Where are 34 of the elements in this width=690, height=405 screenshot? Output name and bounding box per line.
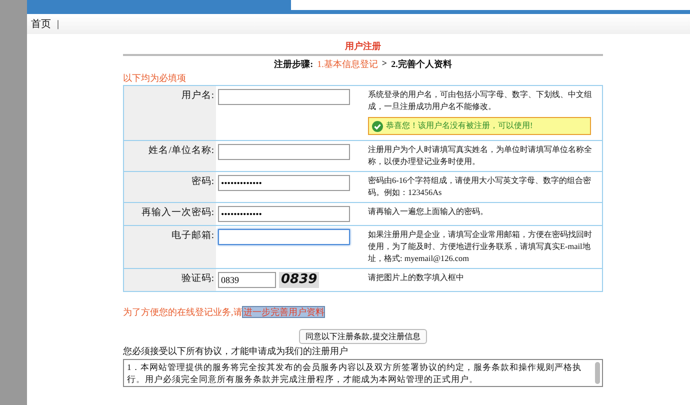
- field-hint: 如果注册用户是企业，请填写企业常用邮箱，方便在密码找回时使用，为了能及时、方便地进行业务联系，请填写真实E-mail地址，格式: myemail@126.com: [368, 230, 592, 263]
- field-label: 姓名/单位名称:: [148, 146, 214, 156]
- input-field[interactable]: 0839: [218, 272, 276, 288]
- input-field[interactable]: [218, 144, 350, 160]
- scrollbar[interactable]: [595, 362, 600, 384]
- field-label: 用户名:: [181, 91, 214, 101]
- field-hint: 请把图片上的数字填入框中: [368, 273, 464, 282]
- input-field[interactable]: •••••••••••••: [218, 175, 350, 191]
- field-label: 电子邮箱:: [171, 231, 214, 241]
- input-field[interactable]: [218, 89, 350, 105]
- home-link[interactable]: 首页: [31, 17, 51, 31]
- field-hint: 密码由6-16个字符组成，请使用大小写英文字母、数字的组合密码。例如：123456As: [368, 176, 592, 197]
- submit-button[interactable]: 同意以下注册条款,提交注册信息: [298, 329, 428, 344]
- field-hint: 系统登录的用户名，可由包括小写字母、数字、下划线、中文组成，一旦注册成功用户名不能修改。: [368, 90, 592, 111]
- step-separator: >: [382, 58, 388, 70]
- field-label: 验证码:: [181, 274, 214, 284]
- captcha-image: 0839: [279, 272, 320, 288]
- field-label: 密码:: [191, 177, 214, 187]
- success-text: 恭喜您！该用户名没有被注册，可以使用!: [386, 120, 533, 132]
- page-title: 用户注册: [123, 34, 603, 56]
- nav-separator: |: [57, 18, 60, 30]
- steps-label: 注册步骤:: [274, 58, 314, 71]
- field-label: 再输入一次密码:: [141, 208, 214, 218]
- promo-text: 为了方便您的在线登记业务,请: [123, 307, 242, 317]
- field-hint: 注册用户为个人时请填写真实姓名，为单位时请填写单位名称全称，以便办理登记业务时使用。: [368, 145, 592, 166]
- input-field[interactable]: [218, 229, 350, 245]
- check-icon: [372, 120, 383, 132]
- agreement-text: 1．本网站管理提供的服务将完全按其发布的会员服务内容以及双方所签署协议的约定，服务条款和操作规则严格执行。用户必须完全同意所有服务条款并完成注册程序，才能成为本网站管理的正式用户。: [126, 361, 582, 386]
- agreement-note: 您必须接受以下所有协议，才能申请成为我们的注册用户: [123, 345, 349, 358]
- input-field[interactable]: •••••••••••••: [218, 206, 350, 222]
- field-hint: 请再输入一遍您上面输入的密码。: [368, 207, 488, 216]
- step-item: 2.完善个人资料: [391, 58, 452, 71]
- required-note: 以下均为必填项: [123, 72, 187, 85]
- step-item: 1.基本信息登记: [317, 58, 378, 71]
